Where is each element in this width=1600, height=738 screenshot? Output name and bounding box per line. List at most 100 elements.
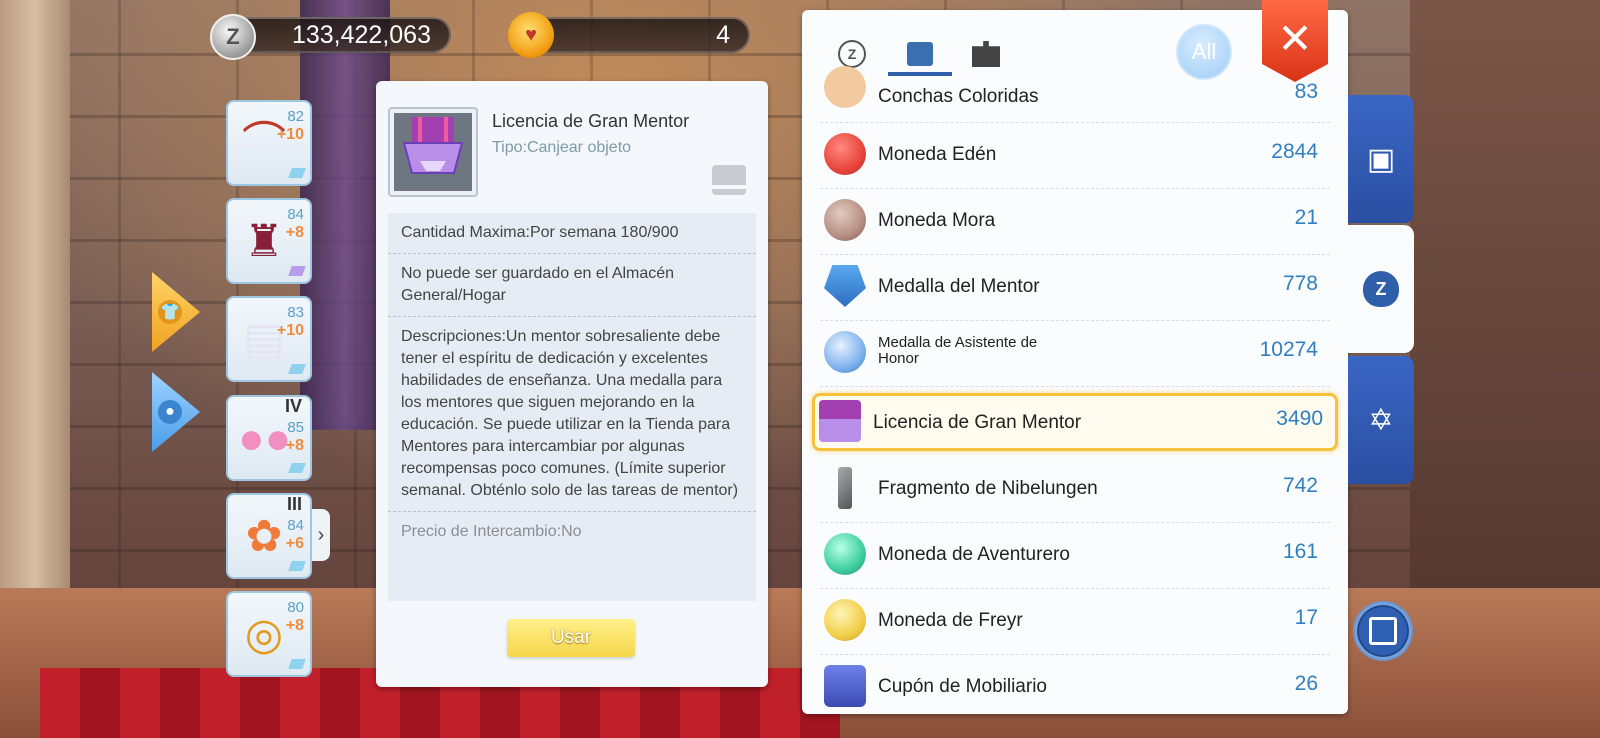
active-tab-indicator xyxy=(888,72,952,76)
chevron-right-icon[interactable]: › xyxy=(312,509,330,561)
blue-gem-icon xyxy=(288,561,306,571)
equip-refine: +8 xyxy=(285,437,304,454)
inbox-icon[interactable] xyxy=(712,165,746,195)
tab-exchange[interactable] xyxy=(898,36,942,72)
equipment-slot-ring[interactable]: ◎ 80 +8 xyxy=(226,591,312,677)
close-icon: ✕ xyxy=(1277,15,1313,62)
item-name: Medalla de Asistente de Honor xyxy=(878,334,1038,367)
tab-puzzle[interactable] xyxy=(964,36,1008,72)
costume-arrow-button[interactable]: 👕 xyxy=(152,272,200,352)
item-name: Moneda de Freyr xyxy=(878,610,1023,631)
equip-refine: +8 xyxy=(285,617,304,634)
item-name: Moneda de Aventurero xyxy=(878,544,1070,565)
list-item[interactable]: Moneda de Aventurero 161 xyxy=(820,523,1330,589)
list-item[interactable]: Moneda Mora 21 xyxy=(820,189,1330,255)
trade-price-text: Precio de Intercambio:No xyxy=(401,523,582,540)
equipment-slot-accessory[interactable]: ✿ III 84 +6 xyxy=(226,493,312,579)
use-button[interactable]: Usar xyxy=(507,619,635,657)
tab-backpack[interactable]: ▣ xyxy=(1348,95,1414,223)
item-description-box: Cantidad Maxima:Por semana 180/900 No pu… xyxy=(388,213,756,601)
blue-gem-icon xyxy=(288,659,306,669)
item-count: 161 xyxy=(1282,540,1318,563)
equipment-slot-bracelet[interactable]: ⌒ 82 +10 xyxy=(226,100,312,186)
item-count: 10274 xyxy=(1259,338,1318,361)
item-name: Moneda Edén xyxy=(878,144,997,165)
list-item-selected[interactable]: Licencia de Gran Mentor 3490 xyxy=(812,393,1338,451)
slippers-icon: ●● xyxy=(238,414,292,463)
adventurer-coin-icon xyxy=(824,533,866,575)
currency-list-panel: Z All Conchas Coloridas 83 Moneda Edén 2… xyxy=(802,10,1348,714)
blue-gem-icon xyxy=(288,364,306,374)
item-name: Conchas Coloridas xyxy=(878,86,1039,107)
item-count: 3490 xyxy=(1276,407,1323,430)
item-count: 2844 xyxy=(1271,140,1318,163)
backpack-icon: ▣ xyxy=(1366,142,1396,176)
equip-level: 82 xyxy=(287,108,304,125)
equip-tier: III xyxy=(286,494,302,514)
item-title: Licencia de Gran Mentor xyxy=(492,111,690,131)
item-icon-frame xyxy=(388,107,478,197)
honor-medal-icon xyxy=(824,331,866,373)
seashell-icon xyxy=(824,66,866,108)
gem-amount: 4 xyxy=(716,20,730,49)
item-name: Cupón de Mobiliario xyxy=(878,676,1047,697)
equipment-slot-shoes[interactable]: ●● IV 85 +8 xyxy=(226,395,312,481)
item-count: 83 xyxy=(1294,80,1318,103)
list-item[interactable]: Medalla del Mentor 778 xyxy=(820,255,1330,321)
equip-refine: +8 xyxy=(285,224,304,241)
resize-icon xyxy=(1369,617,1397,645)
tab-card-album[interactable]: ✡ xyxy=(1348,356,1414,484)
list-item[interactable]: Medalla de Asistente de Honor 10274 xyxy=(820,321,1330,387)
armor-icon: ♜ xyxy=(244,217,284,266)
freyr-coin-icon xyxy=(824,599,866,641)
equipment-slot-armor[interactable]: ♜ 84 +8 xyxy=(226,198,312,284)
item-count: 17 xyxy=(1294,606,1318,629)
list-item[interactable]: Moneda Edén 2844 xyxy=(820,123,1330,189)
ring-icon: ◎ xyxy=(244,610,284,659)
equip-refine: +6 xyxy=(285,535,304,552)
list-item[interactable]: Cupón de Mobiliario 26 xyxy=(820,655,1330,714)
all-filter-button[interactable]: All xyxy=(1176,24,1232,80)
furniture-coupon-icon xyxy=(824,665,866,707)
bracelet-icon: ⌒ xyxy=(242,119,286,168)
cat-coin-icon: ♥ xyxy=(508,12,554,58)
collapse-button[interactable] xyxy=(1353,601,1413,661)
item-type: Tipo:Canjear objeto xyxy=(492,139,632,156)
equipment-slot-cloak[interactable]: ▤ 83 +10 xyxy=(226,296,312,382)
description-text: Descripciones:Un mentor sobresaliente de… xyxy=(388,317,756,512)
equip-level: 84 xyxy=(287,206,304,223)
item-name: Moneda Mora xyxy=(878,210,996,231)
item-name: Medalla del Mentor xyxy=(878,276,1040,297)
list-item[interactable]: Fragmento de Nibelungen 742 xyxy=(820,457,1330,523)
blue-gem-icon xyxy=(288,168,306,178)
max-quantity-text: Cantidad Maxima:Por semana 180/900 xyxy=(388,213,756,254)
fairy-icon: ✿ xyxy=(245,512,283,561)
zeny-amount: 133,422,063 xyxy=(291,20,431,49)
purple-gem-icon xyxy=(288,266,306,276)
mentor-license-icon xyxy=(394,113,472,191)
tab-money-bag[interactable]: Z xyxy=(1348,225,1414,353)
mentor-medal-icon xyxy=(824,265,866,307)
money-bag-icon: Z xyxy=(1363,271,1399,307)
item-detail-panel: Licencia de Gran Mentor Tipo:Canjear obj… xyxy=(376,81,768,687)
zeny-icon: Z xyxy=(838,40,866,68)
equip-level: 80 xyxy=(287,599,304,616)
item-count: 26 xyxy=(1294,672,1318,695)
person-icon: ● xyxy=(158,400,182,424)
zeny-coin-icon: Z xyxy=(210,14,256,60)
item-count: 742 xyxy=(1282,474,1318,497)
right-wall xyxy=(1410,0,1600,600)
puzzle-icon xyxy=(972,41,1000,67)
cloak-icon: ▤ xyxy=(243,315,285,364)
shop-icon xyxy=(907,42,933,66)
shirt-icon: 👕 xyxy=(158,300,182,324)
mora-coin-icon xyxy=(824,199,866,241)
list-item[interactable]: Conchas Coloridas 83 xyxy=(820,66,1330,123)
profile-arrow-button[interactable]: ● xyxy=(152,372,200,452)
list-item[interactable]: Moneda de Freyr 17 xyxy=(820,589,1330,655)
equip-refine: +10 xyxy=(276,322,304,339)
hexagram-icon: ✡ xyxy=(1368,403,1394,437)
item-count: 778 xyxy=(1282,272,1318,295)
equip-level: 84 xyxy=(287,517,304,534)
eden-coin-icon xyxy=(824,133,866,175)
